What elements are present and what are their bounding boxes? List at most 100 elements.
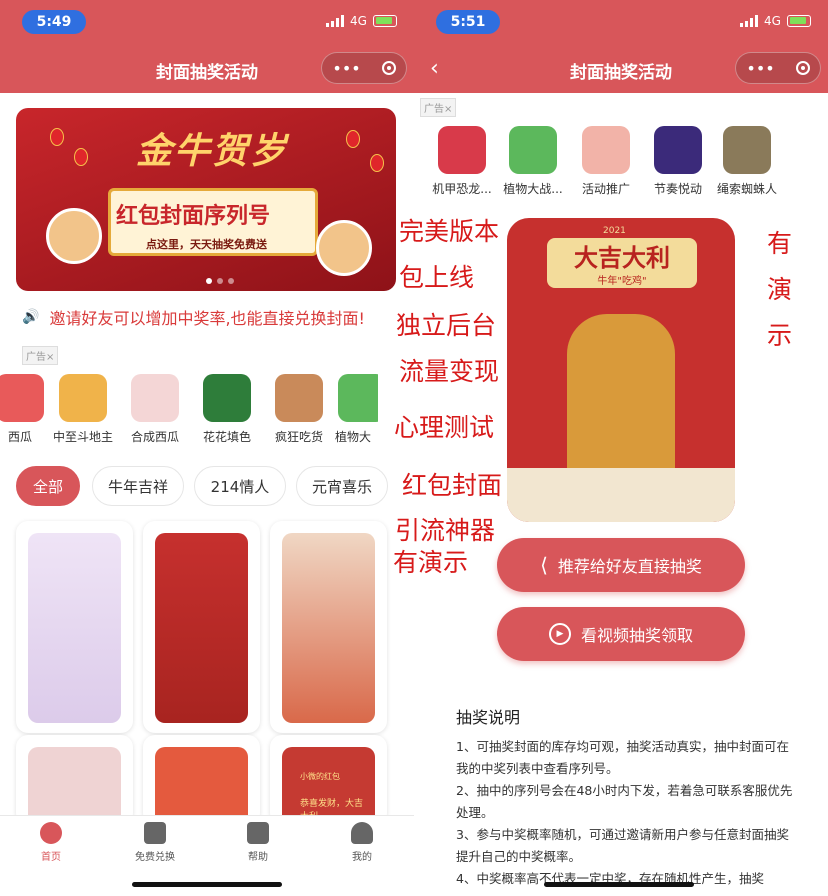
ox-warrior-illustration: [567, 314, 675, 494]
overlay-text: 心理测试: [394, 413, 495, 442]
cover-card[interactable]: [16, 735, 133, 827]
tab-mine[interactable]: 我的: [322, 822, 402, 863]
crown-icon: [40, 822, 62, 844]
app-item[interactable]: 合成西瓜: [121, 374, 189, 445]
banner-title: 金牛贺岁: [136, 131, 289, 172]
cover-card[interactable]: 小微的红包 恭喜发财，大吉大利: [270, 735, 387, 827]
battery-icon: [372, 15, 397, 27]
speaker-icon: 🔊: [22, 309, 40, 325]
tab-exchange[interactable]: 免费兑换: [115, 822, 195, 863]
close-miniapp-icon[interactable]: [381, 61, 396, 75]
app-item[interactable]: 疯狂吃货: [265, 374, 333, 445]
rule-item: 3、参与中奖概率随机，可通过邀请新用户参与任意封面抽奖提升自己的中奖概率。: [456, 827, 789, 864]
home-indicator: [132, 882, 282, 887]
watermelon-app-icon: [0, 374, 44, 422]
ad-close-tag[interactable]: 广告×: [420, 98, 457, 117]
app-item[interactable]: 中至斗地主: [49, 374, 117, 445]
more-icon[interactable]: •••: [746, 59, 774, 78]
foodie-app-icon: [275, 374, 323, 422]
app-item[interactable]: 活动推广: [572, 126, 640, 197]
grid-icon: [144, 822, 166, 844]
rule-item: 1、可抽奖封面的库存均可观，抽奖活动真实，抽中封面可在我的中奖列表中查看序列号。: [456, 739, 789, 776]
promo-banner[interactable]: 金牛贺岁 红包封面序列号 点这里，天天抽奖免费送: [16, 108, 396, 291]
mech-dino-app-icon: [438, 126, 486, 174]
cover-image: [282, 533, 375, 723]
menu-capsule[interactable]: •••: [735, 52, 821, 84]
overlay-text: 引流神器: [395, 516, 496, 545]
cover-poster: 大吉大利 牛年"吃鸡" 2021: [507, 218, 735, 522]
left-top-bar: 5:49 4G 封面抽奖活动 •••: [0, 0, 414, 93]
coloring-app-icon: [203, 374, 251, 422]
ad-close-tag[interactable]: 广告×: [22, 346, 59, 365]
carousel-dots: [206, 278, 234, 284]
poster-subtitle: 牛年"吃鸡": [597, 276, 647, 287]
heart-app-icon: [131, 374, 179, 422]
chip-all[interactable]: 全部: [16, 466, 80, 506]
cover-card[interactable]: [143, 521, 260, 733]
share-icon: ⟨: [540, 553, 548, 577]
overlay-text: 完美版本: [399, 217, 500, 246]
app-item[interactable]: 西瓜: [0, 374, 54, 445]
chip-lantern[interactable]: 元宵喜乐: [296, 466, 388, 506]
tab-help[interactable]: 帮助: [218, 822, 298, 863]
overlay-text: 流量变现: [399, 357, 500, 386]
app-item[interactable]: 植物大战...: [499, 126, 567, 197]
overlay-text: 有演示: [393, 548, 469, 577]
notice-text: 邀请好友可以增加中奖率,也能直接兑换封面!: [49, 309, 365, 328]
cover-image: [155, 533, 248, 723]
cards-app-icon: [59, 374, 107, 422]
page-title: 封面抽奖活动: [570, 63, 672, 83]
ox-illustration: [46, 208, 102, 264]
watermelon-app-icon: [582, 126, 630, 174]
banner-subtitle: 红包封面序列号: [116, 204, 271, 229]
status-icons: 4G: [740, 14, 811, 28]
plants-app-icon: [338, 374, 378, 422]
network-label: 4G: [764, 14, 781, 28]
close-miniapp-icon[interactable]: [795, 61, 810, 75]
rules-title: 抽奖说明: [456, 708, 521, 727]
more-icon[interactable]: •••: [332, 59, 360, 78]
signal-icon: [326, 15, 344, 27]
app-item[interactable]: 花花填色: [193, 374, 261, 445]
user-icon: [351, 822, 373, 844]
overlay-text: 示: [767, 321, 793, 350]
status-time: 5:49: [22, 10, 86, 34]
cover-card[interactable]: [270, 521, 387, 733]
video-lottery-button[interactable]: ▶ 看视频抽奖领取: [497, 607, 745, 661]
overlay-text: 包上线: [399, 263, 475, 292]
overlay-text: 红包封面: [402, 471, 503, 500]
banner-tagline: 点这里，天天抽奖免费送: [146, 238, 267, 251]
cloud-decoration: [507, 468, 735, 522]
share-lottery-button[interactable]: ⟨ 推荐给好友直接抽奖: [497, 538, 745, 592]
ox-illustration: [316, 220, 372, 276]
status-time: 5:51: [436, 10, 500, 34]
tab-home[interactable]: 首页: [11, 822, 91, 863]
cover-card[interactable]: [16, 521, 133, 733]
right-top-bar: 5:51 4G 封面抽奖活动 •••: [414, 0, 828, 93]
plants-app-icon: [509, 126, 557, 174]
network-label: 4G: [350, 14, 367, 28]
rope-hero-app-icon: [723, 126, 771, 174]
cover-image: [28, 533, 121, 723]
menu-capsule[interactable]: •••: [321, 52, 407, 84]
play-icon: ▶: [548, 623, 571, 645]
rhythm-app-icon: [654, 126, 702, 174]
app-item[interactable]: 机甲恐龙...: [428, 126, 496, 197]
signal-icon: [740, 15, 758, 27]
rule-item: 2、抽中的序列号会在48小时内下发，若着急可联系客服优先处理。: [456, 783, 793, 820]
overlay-text: 有: [767, 229, 793, 258]
chip-ox-luck[interactable]: 牛年吉祥: [92, 466, 184, 506]
app-item[interactable]: 节奏悦动: [644, 126, 712, 197]
status-icons: 4G: [326, 14, 397, 28]
app-item[interactable]: 绳索蜘蛛人: [716, 126, 778, 197]
battery-icon: [786, 15, 811, 27]
cover-card[interactable]: [143, 735, 260, 827]
app-item[interactable]: 植物大: [328, 374, 378, 445]
home-indicator: [544, 882, 694, 887]
chip-valentine[interactable]: 214情人: [194, 466, 286, 506]
overlay-text: 独立后台: [396, 311, 497, 340]
gift-icon: [247, 822, 269, 844]
page-title: 封面抽奖活动: [156, 63, 258, 83]
back-chevron-icon[interactable]: ‹: [430, 56, 439, 81]
notice-bar: 🔊 邀请好友可以增加中奖率,也能直接兑换封面!: [22, 305, 365, 329]
